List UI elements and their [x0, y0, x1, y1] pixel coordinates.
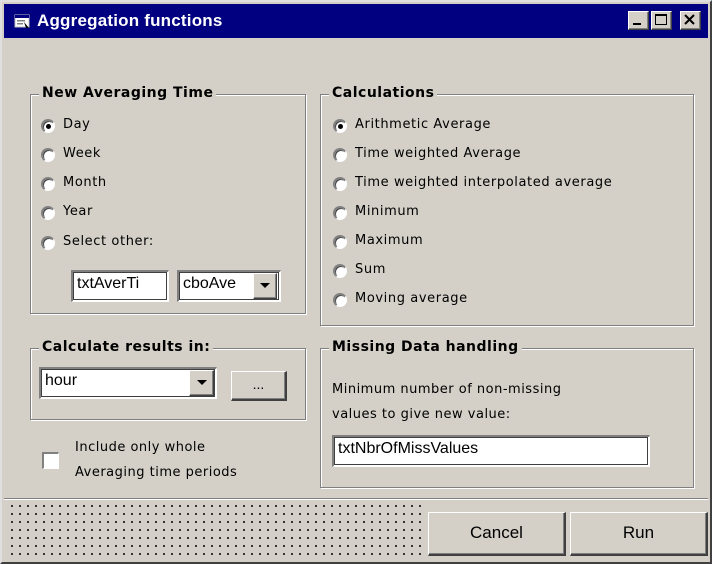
radio-time-weighted-average-circle: [333, 148, 347, 162]
radio-minimum-label: Minimum: [355, 204, 420, 219]
averaging-time-group: New Averaging Time Day Week Month Year S…: [30, 85, 306, 314]
whole-periods-checkbox[interactable]: [42, 452, 59, 469]
whole-periods-label-line1: Include only whole: [75, 440, 206, 455]
missing-data-group: Missing Data handling Minimum number of …: [320, 339, 694, 488]
title-bar[interactable]: Aggregation functions: [4, 4, 708, 38]
radio-week-circle: [41, 148, 55, 162]
calculations-title: Calculations: [329, 85, 438, 101]
chevron-down-icon: [260, 283, 270, 288]
results-unit-dropdown-button[interactable]: [189, 370, 214, 396]
radio-select-other-label: Select other:: [63, 234, 154, 249]
radio-sum-circle: [333, 264, 347, 278]
results-unit-group: Calculate results in: hour ...: [30, 339, 306, 420]
averaging-unit-dropdown-button[interactable]: [253, 273, 277, 299]
radio-time-weighted-average-label: Time weighted Average: [355, 146, 522, 161]
minimize-button[interactable]: [628, 11, 649, 30]
radio-selected-dot: [46, 124, 51, 129]
maximize-button[interactable]: [651, 11, 672, 30]
footer-separator: [4, 498, 708, 500]
calculations-group: Calculations Arithmetic Average Time wei…: [320, 85, 694, 326]
radio-time-weighted-interpolated-label: Time weighted interpolated average: [355, 175, 613, 190]
averaging-unit-combo-value: cboAve: [183, 275, 237, 292]
radio-arithmetic-average-label: Arithmetic Average: [355, 117, 492, 132]
radio-moving-average-label: Moving average: [355, 291, 468, 306]
minimize-icon: [633, 23, 641, 25]
missing-data-desc-line2: values to give new value:: [332, 407, 511, 422]
radio-day-label: Day: [63, 117, 91, 132]
run-button[interactable]: Run: [570, 512, 708, 556]
design-grid-area: [8, 502, 422, 560]
radio-time-weighted-interpolated-circle: [333, 177, 347, 191]
maximize-icon: [655, 14, 667, 25]
chevron-down-icon: [196, 380, 207, 385]
radio-moving-average-circle: [333, 293, 347, 307]
radio-minimum-circle: [333, 206, 347, 220]
radio-sum-label: Sum: [355, 262, 386, 277]
cancel-button[interactable]: Cancel: [428, 512, 566, 556]
form-icon: [14, 14, 30, 28]
radio-select-other-circle: [41, 236, 55, 250]
missing-data-title: Missing Data handling: [329, 339, 522, 355]
results-unit-title: Calculate results in:: [39, 339, 214, 355]
window-title: Aggregation functions: [37, 11, 223, 30]
close-icon: [684, 14, 695, 25]
results-unit-combo-value: hour: [45, 372, 78, 389]
radio-maximum-circle: [333, 235, 347, 249]
averaging-time-title: New Averaging Time: [39, 85, 217, 101]
radio-year-label: Year: [63, 204, 93, 219]
whole-periods-label-line2: Averaging time periods: [75, 465, 238, 480]
dialog-window: Aggregation functions New Averaging Time…: [0, 0, 712, 564]
radio-maximum-label: Maximum: [355, 233, 424, 248]
radio-day-circle: [41, 119, 55, 133]
browse-button[interactable]: ...: [231, 371, 287, 401]
radio-year-circle: [41, 206, 55, 220]
radio-arithmetic-average-circle: [333, 119, 347, 133]
radio-month-label: Month: [63, 175, 107, 190]
radio-month-circle: [41, 177, 55, 191]
radio-selected-dot: [338, 124, 343, 129]
close-button[interactable]: [680, 11, 701, 30]
missing-values-textbox[interactable]: txtNbrOfMissValues: [332, 435, 650, 467]
averaging-time-textbox[interactable]: txtAverTi: [71, 270, 169, 302]
missing-data-desc-line1: Minimum number of non-missing: [332, 382, 562, 397]
radio-week-label: Week: [63, 146, 102, 161]
